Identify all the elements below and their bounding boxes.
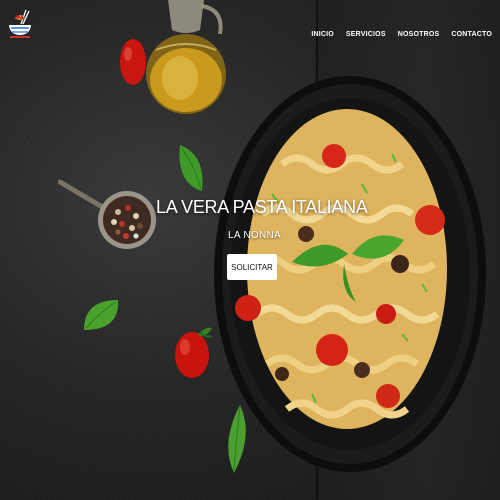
nav-servicios[interactable]: SERVICIOS [346,31,386,38]
cherry-tomato-image [120,39,146,85]
hero-title: LA VERA PASTA ITALIANA [156,197,368,217]
main-nav: INICIO SERVICIOS NOSOTROS CONTACTO [311,31,492,38]
landing-page: INICIO SERVICIOS NOSOTROS CONTACTO LA VE… [0,0,500,500]
peppercorn-pot-image [58,179,156,249]
basil-leaf-image [179,145,203,191]
solicitar-button[interactable]: SOLICITAR [227,254,277,280]
nav-contacto[interactable]: CONTACTO [451,31,492,38]
spaghetti-bowl-icon[interactable] [7,8,33,44]
basil-leaf-image [84,300,119,330]
nav-nosotros[interactable]: NOSOTROS [398,31,440,38]
nav-inicio[interactable]: INICIO [311,31,334,38]
cherry-tomato-image [175,327,213,378]
hero-subtitle: LA NONNA [228,230,281,241]
